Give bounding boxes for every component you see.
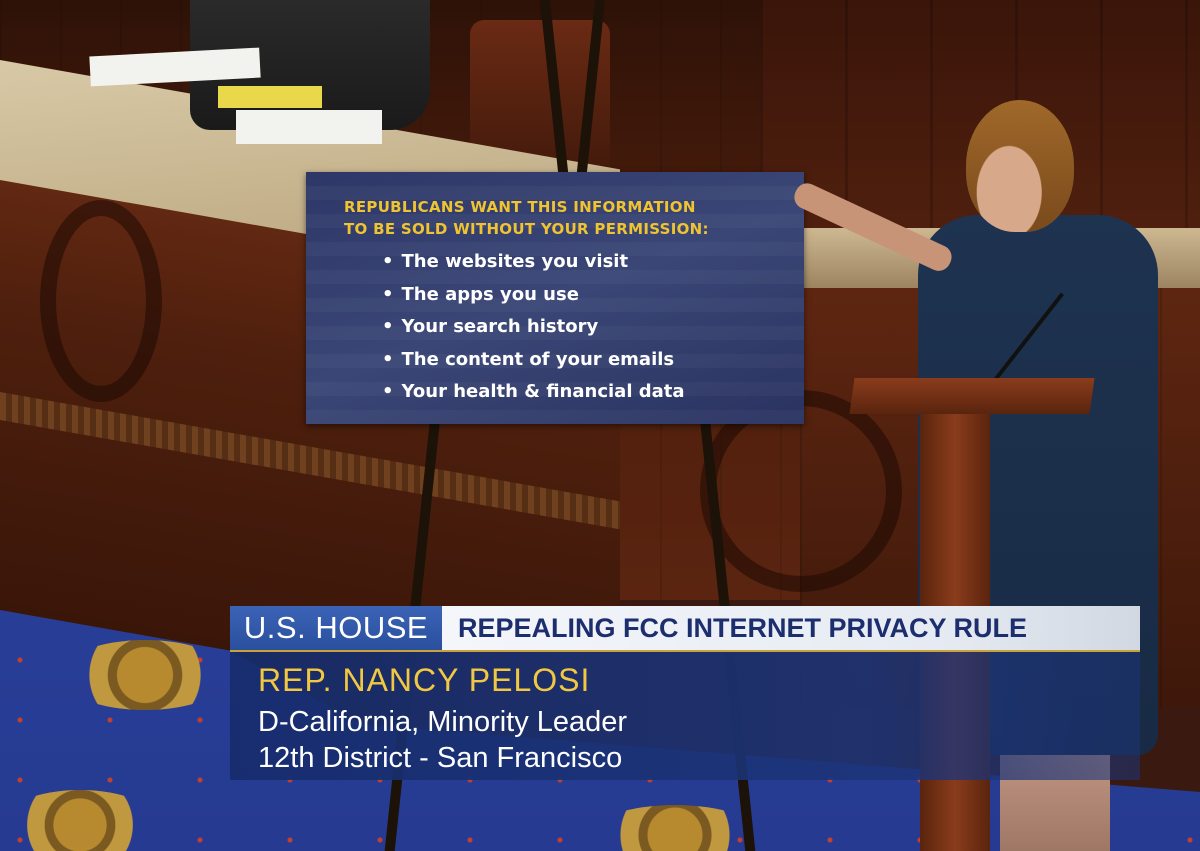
speaker-title: D-California, Minority Leader — [258, 706, 628, 738]
sign-bullet-item: The websites you visit — [382, 246, 685, 279]
sign-headline-line: REPUBLICANS WANT THIS INFORMATION — [344, 198, 696, 216]
sign-bullet-item: The content of your emails — [382, 344, 685, 377]
house-floor-scene: REPUBLICANS WANT THIS INFORMATION TO BE … — [0, 0, 1200, 851]
sign-headline-line: TO BE SOLD WITHOUT YOUR PERMISSION: — [344, 220, 709, 238]
sign-bullet-list: The websites you visit The apps you use … — [382, 246, 685, 409]
speaker-head — [966, 100, 1074, 232]
carpet-medallion — [0, 790, 160, 851]
speaker-district: 12th District - San Francisco — [258, 742, 623, 774]
sign-bullet-item: Your search history — [382, 311, 685, 344]
sign-bullet-item: The apps you use — [382, 279, 685, 312]
speaker-name: REP. NANCY PELOSI — [258, 662, 591, 698]
carved-wreath — [40, 200, 162, 402]
sign-headline: REPUBLICANS WANT THIS INFORMATION TO BE … — [344, 196, 784, 240]
papers — [236, 110, 382, 144]
yellow-notepad — [218, 86, 322, 108]
carpet-medallion — [60, 640, 230, 710]
lower-third-caption: U.S. HOUSE REPEALING FCC INTERNET PRIVAC… — [230, 606, 1140, 780]
topic-banner: REPEALING FCC INTERNET PRIVACY RULE — [442, 606, 1140, 650]
network-label: U.S. HOUSE — [230, 606, 442, 650]
caption-body: REP. NANCY PELOSI D-California, Minority… — [230, 650, 1140, 780]
podium-lectern — [849, 378, 1095, 414]
sign-bullet-item: Your health & financial data — [382, 376, 685, 409]
easel-sign: REPUBLICANS WANT THIS INFORMATION TO BE … — [306, 172, 804, 424]
